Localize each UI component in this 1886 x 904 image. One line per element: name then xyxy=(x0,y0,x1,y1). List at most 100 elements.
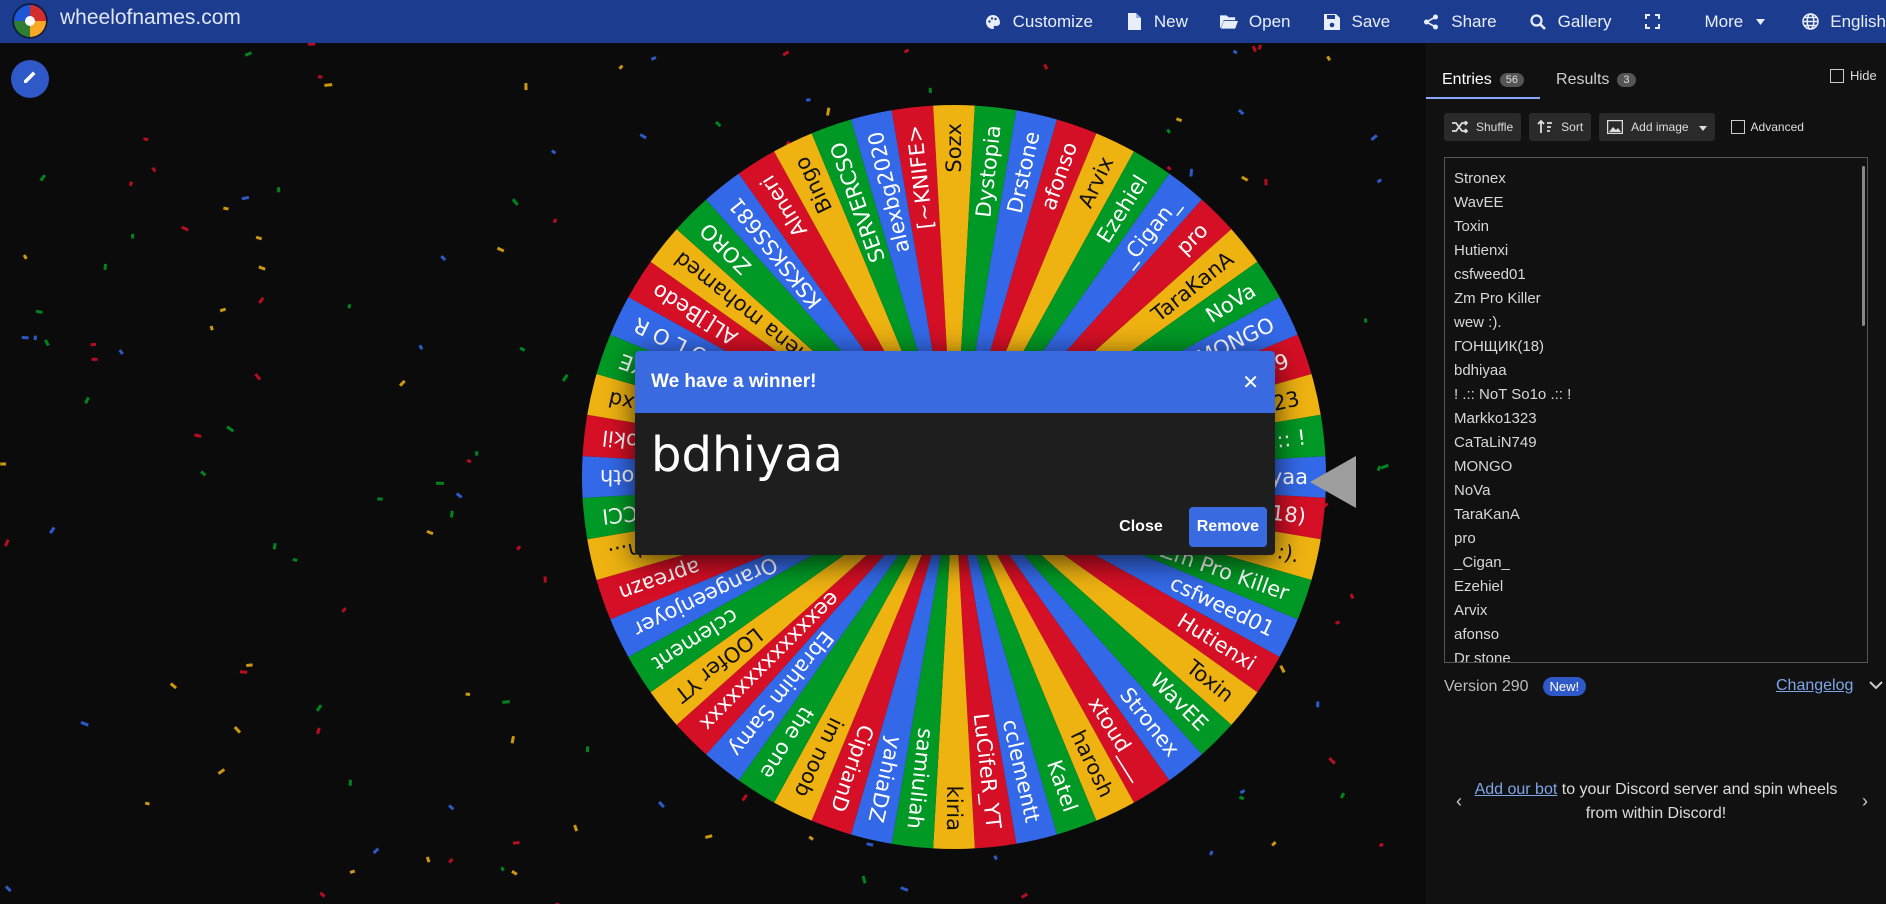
confetti-piece xyxy=(194,433,202,438)
confetti-piece xyxy=(475,451,479,456)
confetti-piece xyxy=(131,233,135,239)
confetti-piece xyxy=(1380,463,1389,470)
entry-item: TaraKanA xyxy=(1454,506,1520,523)
more-label: More xyxy=(1704,11,1744,31)
entries-textarea[interactable]: Stronex WavEE Toxin Hutienxi csfweed01 Zm Pro… xyxy=(1444,157,1868,663)
confetti-piece xyxy=(993,855,998,861)
confetti-piece xyxy=(200,470,207,477)
close-icon[interactable]: ✕ xyxy=(1242,370,1259,395)
language-button[interactable]: English xyxy=(1801,12,1886,32)
shuffle-button[interactable]: Shuffle xyxy=(1444,113,1522,141)
confetti-piece xyxy=(448,857,454,864)
confetti-piece xyxy=(272,543,277,550)
new-button[interactable]: New xyxy=(1125,12,1188,32)
confetti-piece xyxy=(650,56,657,61)
confetti-piece xyxy=(233,725,242,734)
confetti-piece xyxy=(84,396,90,404)
entry-item: Markko1323 xyxy=(1454,410,1537,427)
open-button[interactable]: Open xyxy=(1219,11,1291,32)
gallery-button[interactable]: Gallery xyxy=(1529,12,1612,32)
add-image-button[interactable]: Add image xyxy=(1599,113,1715,141)
confetti-piece xyxy=(223,206,229,211)
entries-scrollbar[interactable] xyxy=(1862,166,1865,326)
confetti-piece xyxy=(3,539,10,547)
confetti-piece xyxy=(1251,45,1257,53)
confetti-piece xyxy=(435,481,444,485)
sidebar: Entries 56 Results 3 Hide Shuffle Sort A… xyxy=(1426,43,1886,904)
confetti-piece xyxy=(511,198,519,206)
folder-open-icon xyxy=(1219,13,1238,31)
confetti-piece xyxy=(1328,756,1336,765)
confetti-piece xyxy=(348,779,352,786)
confetti-piece xyxy=(254,373,262,381)
pencil-icon xyxy=(22,69,38,90)
more-button[interactable]: More xyxy=(1705,12,1770,32)
confetti-piece xyxy=(241,195,250,201)
entry-item: csfweed01 xyxy=(1454,266,1526,283)
confetti-piece xyxy=(510,735,515,744)
confetti-piece xyxy=(418,344,424,351)
floppy-disk-icon xyxy=(1323,13,1341,31)
confetti-piece xyxy=(103,263,108,271)
gallery-label: Gallery xyxy=(1557,11,1612,31)
confetti-piece xyxy=(512,840,520,845)
version-row: Version 290 New! xyxy=(1444,677,1587,696)
language-label: English xyxy=(1830,11,1886,31)
confetti-piece xyxy=(49,526,56,534)
confetti-piece xyxy=(1232,49,1238,55)
top-bar: wheelofnames.com Customize New Open Save xyxy=(0,0,1886,43)
changelog-link[interactable]: Changelog xyxy=(1776,677,1853,695)
customize-label: Customize xyxy=(1012,11,1093,31)
tab-results[interactable]: Results 3 xyxy=(1540,63,1651,97)
confetti-piece xyxy=(90,342,97,347)
remove-button[interactable]: Remove xyxy=(1188,507,1267,547)
sort-button[interactable]: Sort xyxy=(1529,113,1592,141)
advanced-toggle[interactable]: Advanced xyxy=(1730,120,1804,134)
confetti-piece xyxy=(552,218,558,224)
tab-entries[interactable]: Entries 56 xyxy=(1426,63,1541,99)
confetti-piece xyxy=(496,246,505,253)
confetti-piece xyxy=(1334,620,1341,625)
confetti-piece xyxy=(550,149,557,155)
chevron-down-icon[interactable] xyxy=(1869,677,1883,695)
confetti-piece xyxy=(1376,178,1383,184)
confetti-piece xyxy=(1020,892,1029,899)
sort-label: Sort xyxy=(1561,120,1584,134)
open-label: Open xyxy=(1248,11,1291,31)
confetti-piece xyxy=(440,255,447,262)
entry-item: Zm Pro Killer xyxy=(1454,290,1541,307)
chevron-right-icon[interactable]: › xyxy=(1862,791,1868,812)
entry-item: afonso xyxy=(1454,626,1500,643)
hide-toggle[interactable]: Hide xyxy=(1830,68,1877,83)
confetti-piece xyxy=(448,804,455,811)
entry-item: NoVa xyxy=(1454,482,1491,499)
edit-button[interactable] xyxy=(11,60,49,98)
entry-item: Arvix xyxy=(1454,602,1488,619)
wheel-segment-label: Sozx xyxy=(942,123,966,173)
save-button[interactable]: Save xyxy=(1323,12,1390,32)
confetti-piece xyxy=(1349,593,1355,600)
entry-item: CaTaLiN749 xyxy=(1454,434,1537,451)
confetti-piece xyxy=(324,83,333,87)
entry-item: Hutienxi xyxy=(1454,242,1509,259)
close-button[interactable]: Close xyxy=(1109,508,1173,546)
add-bot-link[interactable]: Add our bot xyxy=(1475,781,1558,798)
entries-count-badge: 56 xyxy=(1499,73,1525,87)
confetti-piece xyxy=(449,510,454,518)
confetti-piece xyxy=(217,768,226,775)
fullscreen-button[interactable] xyxy=(1644,13,1673,31)
confetti-piece xyxy=(543,576,547,583)
share-button[interactable]: Share xyxy=(1422,12,1497,32)
winner-dialog-actions: Close Remove xyxy=(1109,507,1267,547)
site-title[interactable]: wheelofnames.com xyxy=(60,6,241,30)
confetti-piece xyxy=(128,181,134,187)
globe-icon xyxy=(1801,13,1819,31)
advanced-checkbox[interactable] xyxy=(1730,120,1745,134)
hide-checkbox[interactable] xyxy=(1830,68,1844,83)
entry-item: MONGO xyxy=(1454,458,1513,475)
customize-button[interactable]: Customize xyxy=(984,12,1093,32)
wheel-logo-icon[interactable] xyxy=(12,3,48,39)
confetti-piece xyxy=(347,303,352,309)
confetti-piece xyxy=(524,83,528,91)
confetti-piece xyxy=(1043,63,1049,70)
